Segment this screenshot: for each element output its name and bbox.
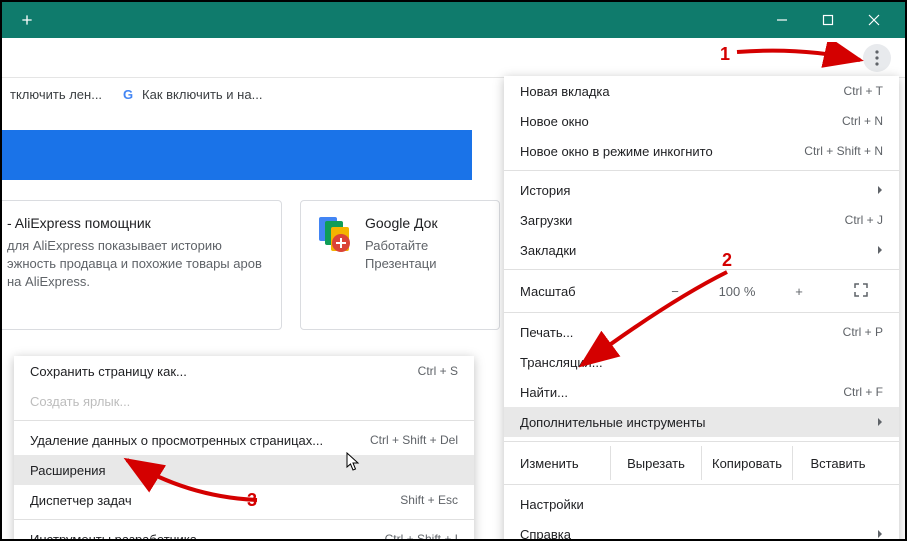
title-bar [2,2,905,38]
zoom-out-button[interactable]: − [653,284,697,299]
card-title: - AliExpress помощник [7,215,267,231]
submenu-item-clear-browsing-data[interactable]: Удаление данных о просмотренных страница… [14,425,474,455]
menu-item-bookmarks[interactable]: Закладки [504,235,899,265]
fullscreen-icon[interactable] [839,283,883,300]
zoom-label: Масштаб [520,284,576,299]
callout-3: 3 [247,490,257,511]
card-description: РаботайтеПрезентаци [365,237,485,273]
main-menu-button[interactable] [863,44,891,72]
bookmark-label: Как включить и на... [142,87,262,102]
tab-strip [2,5,759,35]
cursor-icon [346,452,362,472]
chevron-right-icon [877,527,883,541]
more-tools-submenu: Сохранить страницу как...Ctrl + S Создат… [14,356,474,541]
google-g-icon: G [120,86,136,102]
submenu-item-task-manager[interactable]: Диспетчер задачShift + Esc [14,485,474,515]
submenu-item-extensions[interactable]: Расширения [14,455,474,485]
edit-label: Изменить [520,456,610,471]
banner-bar [0,130,472,180]
menu-item-edit-row: Изменить Вырезать Копировать Вставить [504,446,899,480]
bookmark-item[interactable]: тключить лен... [10,87,102,102]
chevron-right-icon [877,243,883,258]
toolbar [2,38,905,78]
minimize-button[interactable] [759,2,805,38]
menu-item-help[interactable]: Справка [504,519,899,541]
chevron-right-icon [877,415,883,430]
bookmark-item[interactable]: G Как включить и на... [120,86,262,102]
new-tab-button[interactable] [12,5,42,35]
menu-divider [504,484,899,485]
browser-window: тключить лен... G Как включить и на... -… [0,0,907,541]
menu-item-more-tools[interactable]: Дополнительные инструменты [504,407,899,437]
callout-1: 1 [720,44,730,65]
menu-item-new-tab[interactable]: Новая вкладкаCtrl + T [504,76,899,106]
menu-item-downloads[interactable]: ЗагрузкиCtrl + J [504,205,899,235]
submenu-item-save-as[interactable]: Сохранить страницу как...Ctrl + S [14,356,474,386]
bookmark-star-icon[interactable] [825,45,845,70]
menu-divider [504,441,899,442]
menu-item-zoom: Масштаб − 100 % + [504,274,899,308]
card-description: для AliExpress показывает историю эжност… [7,237,267,292]
zoom-in-button[interactable]: + [777,284,821,299]
menu-item-incognito[interactable]: Новое окно в режиме инкогнитоCtrl + Shif… [504,136,899,166]
extension-card[interactable]: Google Док РаботайтеПрезентаци [300,200,500,330]
submenu-item-dev-tools[interactable]: Инструменты разработчикаCtrl + Shift + I [14,524,474,541]
menu-divider [504,170,899,171]
copy-button[interactable]: Копировать [701,446,792,480]
paste-button[interactable]: Вставить [792,446,883,480]
submenu-item-create-shortcut: Создать ярлык... [14,386,474,416]
window-controls [759,2,897,38]
chevron-right-icon [877,183,883,198]
menu-item-cast[interactable]: Трансляция... [504,347,899,377]
menu-item-print[interactable]: Печать...Ctrl + P [504,317,899,347]
menu-item-history[interactable]: История [504,175,899,205]
menu-item-settings[interactable]: Настройки [504,489,899,519]
callout-2: 2 [722,250,732,271]
menu-item-new-window[interactable]: Новое окноCtrl + N [504,106,899,136]
zoom-value: 100 % [715,284,759,299]
extension-card[interactable]: - AliExpress помощник для AliExpress пок… [0,200,282,330]
close-button[interactable] [851,2,897,38]
menu-divider [504,269,899,270]
menu-divider [14,519,474,520]
bookmark-label: тключить лен... [10,87,102,102]
maximize-button[interactable] [805,2,851,38]
main-menu: Новая вкладкаCtrl + T Новое окноCtrl + N… [504,76,899,541]
card-title: Google Док [365,215,485,231]
menu-divider [504,312,899,313]
google-docs-icon [315,215,355,255]
menu-divider [14,420,474,421]
cut-button[interactable]: Вырезать [610,446,701,480]
menu-item-find[interactable]: Найти...Ctrl + F [504,377,899,407]
